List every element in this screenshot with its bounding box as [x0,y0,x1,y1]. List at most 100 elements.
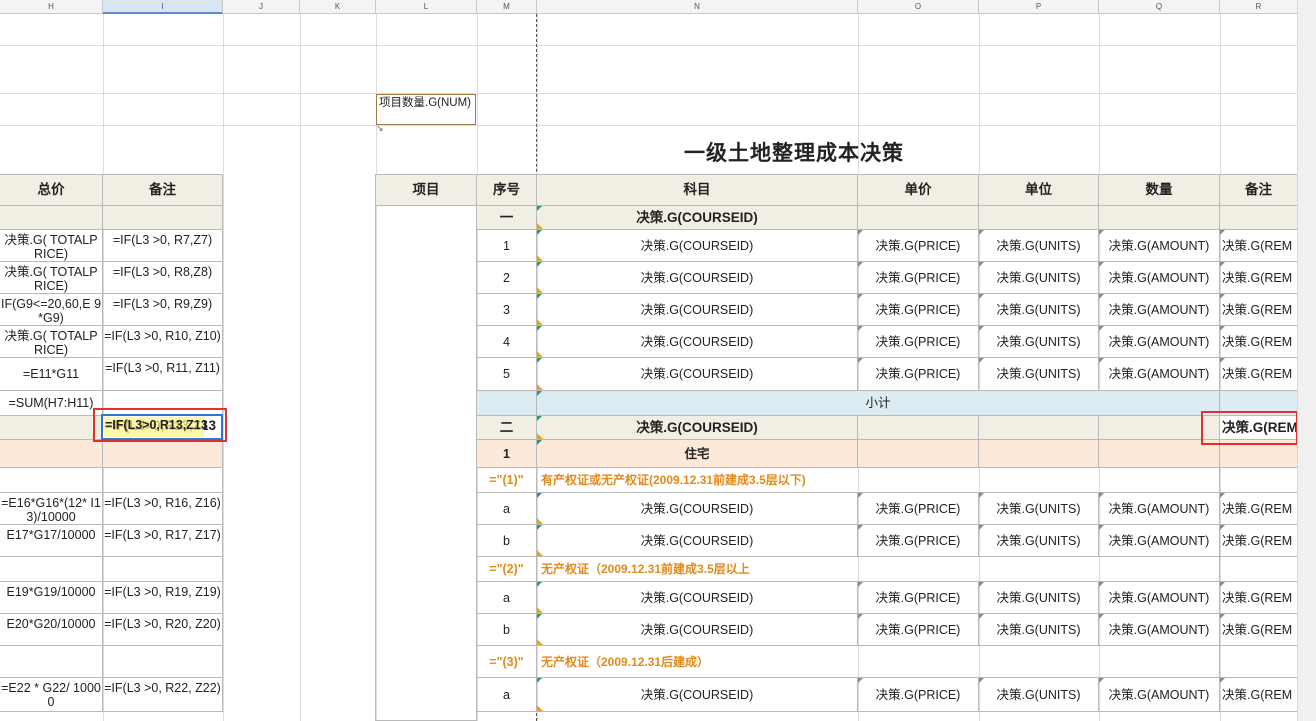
row-price-5[interactable]: 决策.G(PRICE) [858,358,979,391]
cell-total-3[interactable]: IF(G9<=20,60,E 9*G9) [0,294,103,326]
row-subject-0[interactable]: 决策.G(COURSEID) [537,206,858,230]
comment-box[interactable]: 项目数量.G(NUM) [376,94,476,125]
cell-note-12[interactable] [103,557,223,582]
row-note-3[interactable]: 决策.G(REM [1220,294,1298,326]
cell-note-14[interactable]: =IF(L3 >0, R20, Z20) [103,614,223,646]
row-qty-4[interactable]: 决策.G(AMOUNT) [1099,326,1220,358]
row-seq-0[interactable]: 一 [477,206,537,230]
row-subject-4[interactable]: 决策.G(COURSEID) [537,326,858,358]
column-header-k[interactable]: K [300,0,376,14]
header-subject[interactable]: 科目 [537,175,858,206]
cell-total-5[interactable]: =E11*G11 [0,358,103,391]
header-price[interactable]: 单价 [858,175,979,206]
row-note-12[interactable] [1220,557,1298,582]
row-subject-8[interactable]: 住宅 [537,440,858,468]
row-unit-16[interactable]: 决策.G(UNITS) [979,678,1099,712]
row-seq-5[interactable]: 5 [477,358,537,391]
row-note-16[interactable]: 决策.G(REM [1220,678,1298,712]
row-subject-16[interactable]: 决策.G(COURSEID) [537,678,858,712]
row-subject-2[interactable]: 决策.G(COURSEID) [537,262,858,294]
row-qty-1[interactable]: 决策.G(AMOUNT) [1099,230,1220,262]
row-subject-7[interactable]: 决策.G(COURSEID) [537,416,858,440]
cell-note-15[interactable] [103,646,223,678]
cell-total-2[interactable]: 决策.G( TOTALPRICE) [0,262,103,294]
row-seq-4[interactable]: 4 [477,326,537,358]
cell-note-10[interactable]: =IF(L3 >0, R16, Z16) [103,493,223,525]
row-seq-3[interactable]: 3 [477,294,537,326]
row-subject-10[interactable]: 决策.G(COURSEID) [537,493,858,525]
row-qty-11[interactable]: 决策.G(AMOUNT) [1099,525,1220,557]
row-note-10[interactable]: 决策.G(REM [1220,493,1298,525]
row-seq-15[interactable]: ="(3)" [477,646,537,678]
row-seq-7[interactable]: 二 [477,416,537,440]
row-unit-5[interactable]: 决策.G(UNITS) [979,358,1099,391]
cell-total-13[interactable]: E19*G19/10000 [0,582,103,614]
spreadsheet-grid[interactable]: H I J K L M N O P Q R 项目数量.G(NUM) ↘ 一级土地整理成本决策 总价 备注 决策.… [0,0,1298,721]
column-header-m[interactable]: M [477,0,537,14]
row-note-2[interactable]: 决策.G(REM [1220,262,1298,294]
row-note-0[interactable] [1220,206,1298,230]
cell-note-5[interactable]: =IF(L3 >0, R11, Z11) [103,358,223,391]
row-note-4[interactable]: 决策.G(REM [1220,326,1298,358]
cell-total-0[interactable] [0,206,103,230]
row-price-3[interactable]: 决策.G(PRICE) [858,294,979,326]
cell-note-2[interactable]: =IF(L3 >0, R8,Z8) [103,262,223,294]
row-price-7[interactable] [858,416,979,440]
column-header-h[interactable]: H [0,0,103,14]
column-header-j[interactable]: J [223,0,300,14]
cell-total-1[interactable]: 决策.G( TOTALPRICE) [0,230,103,262]
row-qty-2[interactable]: 决策.G(AMOUNT) [1099,262,1220,294]
cell-total-10[interactable]: =E16*G16*(12* I13)/10000 [0,493,103,525]
row-price-14[interactable]: 决策.G(PRICE) [858,614,979,646]
header-note-right[interactable]: 备注 [1220,175,1298,206]
row-subject-11[interactable]: 决策.G(COURSEID) [537,525,858,557]
row-subject-9[interactable]: 有产权证或无产权证(2009.12.31前建成3.5层以下) [537,468,1220,493]
row-unit-3[interactable]: 决策.G(UNITS) [979,294,1099,326]
cell-note-3[interactable]: =IF(L3 >0, R9,Z9) [103,294,223,326]
row-unit-10[interactable]: 决策.G(UNITS) [979,493,1099,525]
row-note-14[interactable]: 决策.G(REM [1220,614,1298,646]
row-qty-3[interactable]: 决策.G(AMOUNT) [1099,294,1220,326]
row-note-15[interactable] [1220,646,1298,678]
row-unit-2[interactable]: 决策.G(UNITS) [979,262,1099,294]
row-unit-0[interactable] [979,206,1099,230]
row-unit-8[interactable] [979,440,1099,468]
cell-note-0[interactable] [103,206,223,230]
header-note[interactable]: 备注 [103,175,223,206]
row-subject-15[interactable]: 无产权证（2009.12.31后建成） [537,646,1220,678]
row-note-5[interactable]: 决策.G(REM [1220,358,1298,391]
row-unit-1[interactable]: 决策.G(UNITS) [979,230,1099,262]
row-price-1[interactable]: 决策.G(PRICE) [858,230,979,262]
row-seq-10[interactable]: a [477,493,537,525]
cell-total-4[interactable]: 决策.G( TOTALPRICE) [0,326,103,358]
row-subject-6[interactable]: 小计 [537,391,1220,416]
row-seq-14[interactable]: b [477,614,537,646]
header-item[interactable]: 项目 [376,175,477,206]
row-seq-9[interactable]: ="(1)" [477,468,537,493]
cell-note-11[interactable]: =IF(L3 >0, R17, Z17) [103,525,223,557]
item-column-merged[interactable] [376,206,477,721]
cell-note-9[interactable] [103,468,223,493]
cell-total-11[interactable]: E17*G17/10000 [0,525,103,557]
cell-note-16[interactable]: =IF(L3 >0, R22, Z22) [103,678,223,712]
row-subject-1[interactable]: 决策.G(COURSEID) [537,230,858,262]
row-note-13[interactable]: 决策.G(REM [1220,582,1298,614]
row-price-16[interactable]: 决策.G(PRICE) [858,678,979,712]
header-unit[interactable]: 单位 [979,175,1099,206]
row-qty-16[interactable]: 决策.G(AMOUNT) [1099,678,1220,712]
column-header-n[interactable]: N [537,0,858,14]
header-seq[interactable]: 序号 [477,175,537,206]
cell-note-1[interactable]: =IF(L3 >0, R7,Z7) [103,230,223,262]
cell-total-7[interactable] [0,416,103,440]
row-price-10[interactable]: 决策.G(PRICE) [858,493,979,525]
row-note-1[interactable]: 决策.G(REM [1220,230,1298,262]
cell-note-8[interactable] [103,440,223,468]
row-seq-8[interactable]: 1 [477,440,537,468]
row-note-11[interactable]: 决策.G(REM [1220,525,1298,557]
header-total[interactable]: 总价 [0,175,103,206]
vertical-scrollbar[interactable] [1297,0,1316,721]
row-qty-14[interactable]: 决策.G(AMOUNT) [1099,614,1220,646]
cell-note-4[interactable]: =IF(L3 >0, R10, Z10) [103,326,223,358]
column-header-q[interactable]: Q [1099,0,1220,14]
cell-total-12[interactable] [0,557,103,582]
